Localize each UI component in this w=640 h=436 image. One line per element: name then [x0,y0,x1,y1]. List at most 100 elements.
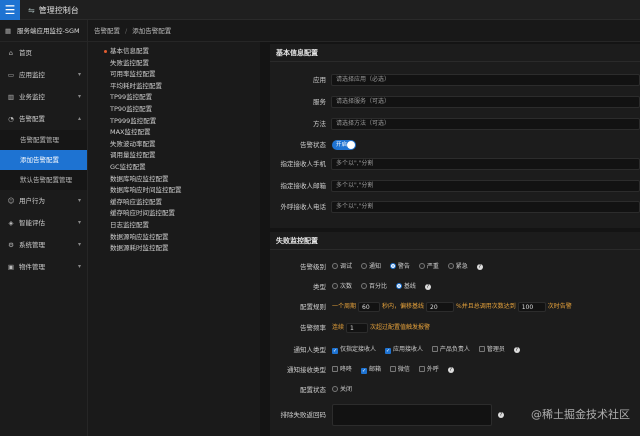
alarm-level-row: 告警级别 调试 通知 警告 严重 紧急 ? [270,259,640,275]
period-seconds-input[interactable]: 60 [358,301,381,312]
sidebar-item-system[interactable]: ⚙ 系统管理 ▾ [0,234,87,256]
sidebar-subitem-add-alarm[interactable]: 添加告警配置 [0,150,87,170]
type-options: 次数 百分比 基线 ? [332,279,431,295]
anchor-item[interactable]: 调用量监控配置 [88,150,260,162]
baseline-offset-input[interactable]: 20 [426,301,455,312]
chevron-down-icon: ▾ [77,263,81,270]
sidebar-subitem-alarm-manage[interactable]: 告警配置管理 [0,130,87,150]
anchor-item[interactable]: 失败监控配置 [88,58,260,70]
level-option-warn[interactable]: 警告 [389,263,410,270]
option-label: 咚咚 [340,366,353,373]
service-label: 服务 [313,98,326,106]
option-label: 次数 [340,283,353,290]
anchor-item[interactable]: TP90监控配置 [88,104,260,116]
sidebar-item-object[interactable]: ▣ 物件管理 ▾ [0,256,87,278]
phone-input[interactable]: 多个以","分割 [331,158,640,170]
rule-config: 一个周期 60 秒内，偏移基线 20 %并且总调用次数达到 100 次时告警 [332,299,572,315]
sidebar-item-user-behavior[interactable]: ☺ 用户行为 ▾ [0,190,87,212]
anchor-item[interactable]: GC监控配置 [88,162,260,174]
anchor-item[interactable]: TP999监控配置 [88,116,260,128]
alarm-level-options: 调试 通知 警告 严重 紧急 ? [332,259,483,275]
option-label: 微信 [397,366,410,373]
config-status-toggle[interactable]: 关闭 [332,382,352,398]
notify-option-product[interactable]: 产品负责人 [431,346,470,353]
notify-type-options: ✓ 仅指定接收人 ✓ 应用接收人 产品负责人 管理员 ? [332,342,520,358]
anchor-item[interactable]: 日志监控配置 [88,220,260,232]
anchor-item[interactable]: 平均耗时监控配置 [88,81,260,93]
form-area: 基本信息配置 应用 请选择应用（必选） 服务 请选择服务（可选） 方法 请选择方… [264,42,640,436]
anchor-item[interactable]: 数据库响应监控配置 [88,174,260,186]
help-icon[interactable]: ? [424,284,431,290]
hamburger-menu-icon[interactable]: ☰ [0,0,20,20]
rule-label: 配置规则 [300,303,326,311]
project-selector[interactable]: ▦ 服务端应用监控-SGM [0,20,87,42]
sidebar-item-label: 系统管理 [19,241,45,249]
sidebar-item-business-monitor[interactable]: ▥ 业务监控 ▾ [0,86,87,108]
anchor-item[interactable]: MAX监控配置 [88,127,260,139]
type-option-count[interactable]: 次数 [332,283,352,290]
app-select[interactable]: 请选择应用（必选） [331,74,640,86]
breadcrumb-parent[interactable]: 告警配置 [94,27,120,35]
notify-option-app[interactable]: ✓ 应用接收人 [384,346,423,354]
method-option-call[interactable]: 外呼 [418,366,439,373]
level-option-debug[interactable]: 调试 [332,263,352,270]
sidebar-item-smart-eval[interactable]: ◈ 智能评估 ▾ [0,212,87,234]
grid-icon: ▦ [5,27,12,35]
chevron-up-icon: ▴ [77,115,81,122]
anchor-item[interactable]: 失败波动率配置 [88,139,260,151]
chart-icon: ▥ [7,93,15,101]
option-label: 百分比 [368,283,387,290]
notify-option-specified[interactable]: ✓ 仅指定接收人 [332,346,377,354]
sidebar-item-app-monitor[interactable]: ▭ 应用监控 ▾ [0,64,87,86]
type-option-baseline[interactable]: 基线 [395,283,416,290]
email-input[interactable]: 多个以","分割 [331,180,640,192]
exclude-code-input[interactable] [332,404,492,426]
sidebar-subitem-default-alarm[interactable]: 默认告警配置管理 [0,170,87,190]
option-label: 警告 [397,263,410,270]
help-icon[interactable]: ? [513,347,520,353]
anchor-item[interactable]: 数据库响应时间监控配置 [88,185,260,197]
method-option-dongdong[interactable]: 咚咚 [332,366,352,373]
config-status-label: 配置状态 [300,386,326,394]
help-icon[interactable]: ? [447,367,454,373]
notify-option-admin[interactable]: 管理员 [478,346,505,353]
basic-info-section: 基本信息配置 应用 请选择应用（必选） 服务 请选择服务（可选） 方法 请选择方… [270,44,640,228]
rule-text: 次时告警 [547,303,572,310]
anchor-item[interactable]: 基本信息配置 [88,46,260,58]
sidebar-item-label: 首页 [19,49,32,57]
level-option-urgent[interactable]: 紧急 [447,263,468,270]
sidebar-item-label: 物件管理 [19,263,45,271]
help-icon[interactable]: ? [498,412,504,418]
anchor-item[interactable]: 可用率监控配置 [88,69,260,81]
alarm-status-toggle[interactable]: 开启 [332,140,356,150]
help-icon[interactable]: ? [476,264,483,270]
anchor-item[interactable]: 缓存响应监控配置 [88,197,260,209]
level-option-notice[interactable]: 通知 [360,263,381,270]
type-option-percent[interactable]: 百分比 [360,283,387,290]
level-option-severe[interactable]: 严重 [418,263,439,270]
method-option-email[interactable]: ✓ 邮箱 [360,366,381,374]
ext-phone-input[interactable]: 多个以","分割 [331,201,640,213]
total-calls-input[interactable]: 100 [517,301,546,312]
method-option-wechat[interactable]: 微信 [389,366,410,373]
bell-icon: ◔ [8,115,14,123]
option-label: 仅指定接收人 [340,346,377,353]
consecutive-times-input[interactable]: 1 [346,322,369,333]
section-title: 失败监控配置 [270,232,640,250]
service-select[interactable]: 请选择服务（可选） [331,96,640,108]
anchor-item[interactable]: 数据源耗时监控配置 [88,243,260,255]
radio-icon [332,283,338,289]
anchor-item[interactable]: TP99监控配置 [88,92,260,104]
radio-selected-icon [389,263,396,269]
section-title: 基本信息配置 [270,44,640,62]
anchor-item[interactable]: 数据源响应监控配置 [88,232,260,244]
anchor-item[interactable]: 缓存响应时间监控配置 [88,208,260,220]
method-select[interactable]: 请选择方法（可选） [331,118,640,130]
sidebar-item-home[interactable]: ⌂ 首页 [0,42,87,64]
console-logo-icon: ⇋ [28,6,35,15]
frequency-text: 连续 [332,324,345,331]
sidebar-item-label: 业务监控 [19,93,45,101]
chevron-down-icon: ▾ [77,71,81,78]
sidebar-item-alarm-config[interactable]: ◔ 告警配置 ▴ [0,108,87,130]
checkbox-icon [389,366,396,372]
